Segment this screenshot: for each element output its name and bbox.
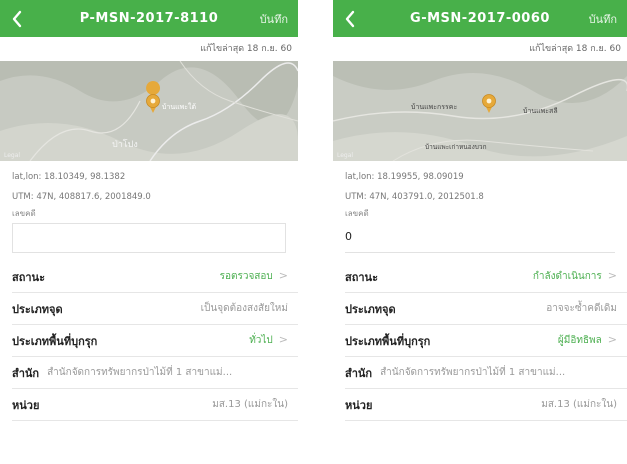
location-map[interactable]: บ้านแพะใต้ ป่าโปง Legal [0,61,298,161]
map-label: บ้านแพะสลี [523,107,558,115]
row-label: ประเภทจุด [12,302,63,316]
point-type-row: ประเภทจุด อาจจะซ้ำคดีเดิม [345,293,627,325]
unit-value: มส.13 (แม่กะใน) [212,399,288,410]
location-map[interactable]: บ้านแพะกรรคะ บ้านแพะสลี บ้านแพะเก่าหนองบ… [333,61,627,161]
row-label: ประเภทพื้นที่บุกรุก [345,334,431,348]
area-type-value: ผู้มีอิทธิพล > [557,333,617,346]
office-value: สำนักจัดการทรัพยากรป่าไม้ที่ 1 สาขาแม่..… [380,367,566,378]
page-title: P-MSN-2017-8110 [79,11,219,26]
row-label: ประเภทจุด [345,302,396,316]
status-value: กำลังดำเนินการ > [532,269,617,282]
unit-value: มส.13 (แม่กะใน) [541,399,617,410]
map-label: บ้านแพะกรรคะ [411,103,457,111]
nav-bar: G-MSN-2017-0060 บันทึก [333,0,627,37]
back-button[interactable] [0,0,34,37]
row-label: สถานะ [345,270,378,284]
map-legal-text: Legal [4,152,20,159]
last-updated-text: แก้ไขล่าสุด 18 ก.ย. 60 [200,44,292,54]
save-button[interactable]: บันทึก [589,10,617,28]
unit-row: หน่วย มส.13 (แม่กะใน) [12,389,298,421]
row-label: สถานะ [12,270,45,284]
status-row[interactable]: สถานะ รอตรวจสอบ > [12,261,298,293]
row-label: หน่วย [12,398,40,412]
area-type-value: ทั่วไป > [249,333,288,346]
map-legal-text: Legal [337,152,353,159]
area-type-row[interactable]: ประเภทพื้นที่บุกรุก ผู้มีอิทธิพล > [345,325,627,357]
latlon-text: lat,lon: 18.10349, 98.1382 [12,172,126,182]
map-label: บ้านแพะใต้ [162,102,196,111]
detail-screen-left: P-MSN-2017-8110 บันทึก แก้ไขล่าสุด 18 ก.… [0,0,298,464]
nav-bar: P-MSN-2017-8110 บันทึก [0,0,298,37]
chevron-right-icon: > [278,333,288,346]
point-type-row: ประเภทจุด เป็นจุดต้องสงสัยใหม่ [12,293,298,325]
utm-text: UTM: 47N, 408817.6, 2001849.0 [12,192,151,202]
utm-text: UTM: 47N, 403791.0, 2012501.8 [345,192,484,202]
chevron-left-icon [12,10,22,27]
row-label: ประเภทพื้นที่บุกรุก [12,334,98,348]
chevron-right-icon: > [607,269,617,282]
detail-screen-right: G-MSN-2017-0060 บันทึก แก้ไขล่าสุด 18 ก.… [333,0,627,464]
chevron-right-icon: > [278,269,288,282]
page-title: G-MSN-2017-0060 [410,11,550,26]
case-number-input[interactable] [12,223,286,253]
office-row: สำนัก สำนักจัดการทรัพยากรป่าไม้ที่ 1 สาข… [12,357,298,389]
unit-row: หน่วย มส.13 (แม่กะใน) [345,389,627,421]
chevron-right-icon: > [607,333,617,346]
case-number-input[interactable]: 0 [345,223,615,253]
area-type-row[interactable]: ประเภทพื้นที่บุกรุก ทั่วไป > [12,325,298,357]
point-type-value: เป็นจุดต้องสงสัยใหม่ [200,303,288,314]
last-updated-text: แก้ไขล่าสุด 18 ก.ย. 60 [529,44,621,54]
map-label: บ้านแพะเก่าหนองบวก [425,143,487,151]
status-row[interactable]: สถานะ กำลังดำเนินการ > [345,261,627,293]
office-value: สำนักจัดการทรัพยากรป่าไม้ที่ 1 สาขาแม่..… [47,367,233,378]
row-label: หน่วย [345,398,373,412]
back-button[interactable] [333,0,367,37]
office-row: สำนัก สำนักจัดการทรัพยากรป่าไม้ที่ 1 สาข… [345,357,627,389]
row-label: สำนัก [12,366,40,380]
chevron-left-icon [345,10,355,27]
case-number-label: เลขคดี [12,209,36,218]
row-label: สำนัก [345,366,373,380]
point-type-value: อาจจะซ้ำคดีเดิม [546,303,617,314]
status-value: รอตรวจสอบ > [219,269,288,282]
map-label: ป่าโปง [112,139,138,150]
latlon-text: lat,lon: 18.19955, 98.09019 [345,172,464,182]
save-button[interactable]: บันทึก [260,10,288,28]
case-number-label: เลขคดี [345,209,369,218]
